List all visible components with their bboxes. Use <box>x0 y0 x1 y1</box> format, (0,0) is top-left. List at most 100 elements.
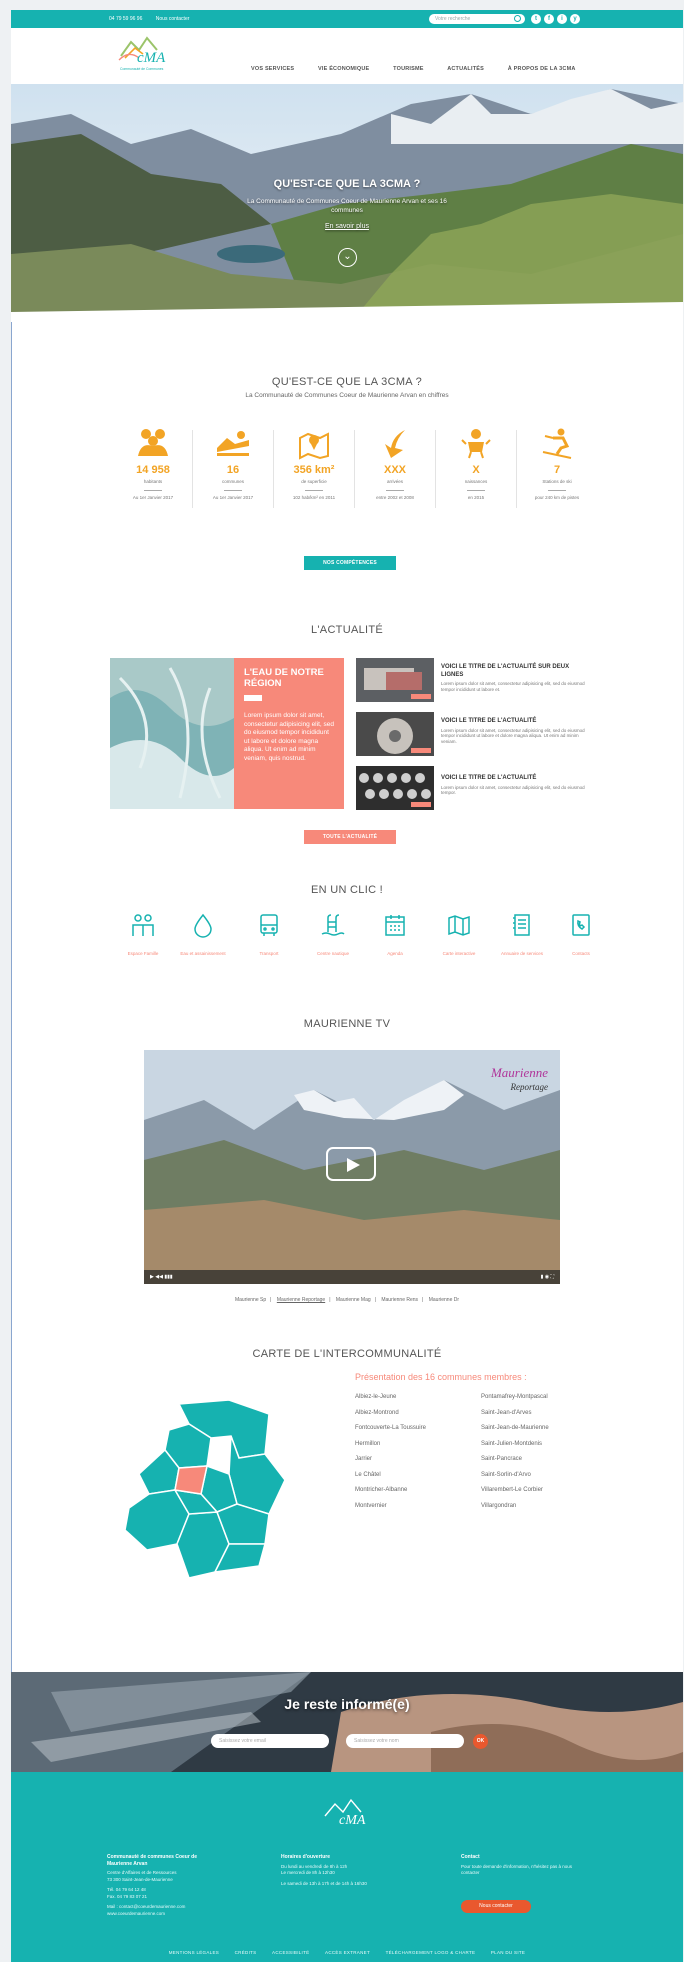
clic-label: Centre nautique <box>316 951 350 956</box>
footer-link[interactable]: CRÉDITS <box>235 1950 257 1955</box>
main-nav: VOS SERVICES VIE ÉCONOMIQUE TOURISME ACT… <box>251 66 598 72</box>
newsletter-email-field[interactable]: Saisissez votre email <box>211 1734 329 1748</box>
footer-link[interactable]: MENTIONS LÉGALES <box>169 1950 219 1955</box>
footer-col-title: Horaires d'ouverture <box>281 1854 330 1860</box>
nav-services[interactable]: VOS SERVICES <box>251 66 294 72</box>
video-controls[interactable]: ▶ ◀◀ ▮▮▮ ▮ ◉ ⛶ <box>150 1274 554 1280</box>
instagram-icon[interactable]: i <box>557 14 567 24</box>
commune-link[interactable]: Villarembert-Le Corbier <box>481 1483 549 1499</box>
tv-brand-sub: Reportage <box>510 1082 549 1092</box>
hero-subtitle: La Communauté de Communes Coeur de Mauri… <box>247 198 447 214</box>
newsletter-submit-button[interactable]: OK <box>473 1734 488 1749</box>
commune-link[interactable]: Albiez-le-Jeune <box>355 1390 426 1406</box>
footer-line: 73 300 Saint-Jean-de-Maurienne <box>107 1876 173 1882</box>
news-item-image[interactable] <box>356 712 434 756</box>
stat-label: Stations de ski <box>542 479 572 484</box>
about-subtitle: La Communauté de Communes Coeur de Mauri… <box>245 392 449 399</box>
footer-contact: Contact Pour toute demande d'information… <box>461 1854 591 1877</box>
footer-hours: Horaires d'ouverture Du lundi au vendred… <box>281 1854 401 1887</box>
communes-map[interactable] <box>119 1394 289 1578</box>
facebook-icon[interactable]: f <box>544 14 554 24</box>
footer-contact-button[interactable]: Nous contacter <box>461 1900 531 1913</box>
news-item[interactable]: VOICI LE TITRE DE L'ACTUALITÉ Lorem ipsum… <box>441 718 591 744</box>
nav-a-propos[interactable]: À PROPOS DE LA 3CMA <box>508 66 576 72</box>
news-item[interactable]: VOICI LE TITRE DE L'ACTUALITÉ SUR DEUX L… <box>441 664 591 692</box>
stat-value: XXX <box>383 464 406 476</box>
about-title: QU'EST-CE QUE LA 3CMA ? <box>271 376 423 388</box>
commune-link[interactable]: Saint-Julien-Montdenis <box>481 1437 549 1453</box>
clic-label: Agenda <box>387 951 403 956</box>
commune-link[interactable]: Saint-Jean-d'Arves <box>481 1406 549 1422</box>
news-featured[interactable]: L'EAU DE NOTRE RÉGION Lorem ipsum dolor … <box>110 658 344 809</box>
newsletter-name-field[interactable]: Saisissez votre nom <box>346 1734 464 1748</box>
commune-link[interactable]: Albiez-Montrond <box>355 1406 426 1422</box>
stat-note: 102 hab/km² en 2011 <box>292 495 336 500</box>
hero-banner: QU'EST-CE QUE LA 3CMA ? La Communauté de… <box>11 84 683 322</box>
footer-website-link[interactable]: www.coeurdemaurienne.com <box>107 1911 217 1918</box>
clic-label: Espace Famille <box>127 951 159 956</box>
water-drop-icon <box>194 913 212 938</box>
tv-link[interactable]: Maurienne Mag <box>336 1297 371 1303</box>
commune-link[interactable]: Villargondran <box>481 1499 549 1515</box>
commune-link[interactable]: Saint-Jean-de-Maurienne <box>481 1421 549 1437</box>
phone-number[interactable]: 04 79 59 96 96 <box>109 16 142 22</box>
news-item-image[interactable] <box>356 766 434 810</box>
clic-annuaire[interactable]: Annuaire de services <box>488 912 556 957</box>
stat-naissances: X naissances en 2015 <box>436 426 516 501</box>
top-bar-links: 04 79 59 96 96 Nous contacter <box>109 16 201 22</box>
clic-eau[interactable]: Eau et assainissement <box>169 912 237 957</box>
commune-link[interactable]: Hermillon <box>355 1437 426 1453</box>
commune-link[interactable]: Saint-Pancrace <box>481 1452 549 1468</box>
clic-famille[interactable]: Espace Famille <box>109 912 177 957</box>
video-player[interactable]: Maurienne Reportage ▶ ◀◀ ▮▮▮ ▮ ◉ ⛶ <box>144 1050 560 1284</box>
stat-label: arrivées <box>386 479 403 484</box>
stat-value: 14 958 <box>136 464 170 476</box>
site-logo[interactable]: cMA Communauté de Communes <box>117 34 171 74</box>
skier-icon <box>517 426 597 460</box>
contact-link[interactable]: Nous contacter <box>156 16 190 22</box>
highlighted-commune[interactable] <box>174 1465 208 1495</box>
tv-title: MAURIENNE TV <box>303 1018 391 1030</box>
clic-centre-nautique[interactable]: Centre nautique <box>299 912 367 957</box>
commune-link[interactable]: Fontcouverte-La Toussuire <box>355 1421 426 1437</box>
hero-more-link[interactable]: En savoir plus <box>11 223 683 230</box>
news-item-image[interactable] <box>356 658 434 702</box>
clic-label: Carte interactive <box>442 951 476 956</box>
tv-link[interactable]: Maurienne Rens <box>381 1297 418 1303</box>
play-icon[interactable] <box>326 1147 376 1181</box>
search-icon[interactable] <box>514 15 521 22</box>
stat-communes: 16 communes Au 1er Janvier 2017 <box>193 426 273 501</box>
footer-line: Le mercredi de 8h à 12h30 <box>281 1870 335 1875</box>
clic-agenda[interactable]: Agenda <box>361 912 429 957</box>
clic-carte[interactable]: Carte interactive <box>425 912 493 957</box>
bus-icon <box>260 914 278 936</box>
youtube-icon[interactable]: y <box>570 14 580 24</box>
commune-link[interactable]: Saint-Sorlin-d'Arvo <box>481 1468 549 1484</box>
clic-transport[interactable]: Transport <box>235 912 303 957</box>
stat-label: habitants <box>143 479 163 484</box>
footer-link[interactable]: TÉLÉCHARGEMENT LOGO & CHARTE <box>386 1950 476 1955</box>
commune-link[interactable]: Le Châtel <box>355 1468 426 1484</box>
tv-link[interactable]: Maurienne Dr <box>429 1297 459 1303</box>
tv-link[interactable]: Maurienne Sp <box>235 1297 266 1303</box>
clic-contacts[interactable]: Contacts <box>547 912 615 957</box>
all-news-button[interactable]: TOUTE L'ACTUALITÉ <box>304 830 396 844</box>
news-item[interactable]: VOICI LE TITRE DE L'ACTUALITÉ Lorem ipsum… <box>441 775 591 796</box>
commune-link[interactable]: Montricher-Albanne <box>355 1483 426 1499</box>
footer-link[interactable]: PLAN DU SITE <box>491 1950 525 1955</box>
nav-tourisme[interactable]: TOURISME <box>393 66 424 72</box>
footer-link[interactable]: ACCESSIBILITÉ <box>272 1950 309 1955</box>
footer-link[interactable]: ACCÈS EXTRANET <box>325 1950 370 1955</box>
chevron-down-icon[interactable]: ⌄ <box>338 248 357 267</box>
tv-link[interactable]: Maurienne Reportage <box>277 1297 325 1303</box>
clic-label: Annuaire de services <box>500 951 544 956</box>
nav-actualites[interactable]: ACTUALITÉS <box>447 66 484 72</box>
search-input[interactable]: Votre recherche <box>429 14 525 24</box>
commune-link[interactable]: Jarrier <box>355 1452 426 1468</box>
commune-link[interactable]: Montvernier <box>355 1499 426 1515</box>
footer-logo[interactable]: cMA <box>319 1798 379 1832</box>
competences-button[interactable]: NOS COMPÉTENCES <box>304 556 396 570</box>
nav-economie[interactable]: VIE ÉCONOMIQUE <box>318 66 369 72</box>
twitter-icon[interactable]: t <box>531 14 541 24</box>
commune-link[interactable]: Pontamafrey-Montpascal <box>481 1390 549 1406</box>
